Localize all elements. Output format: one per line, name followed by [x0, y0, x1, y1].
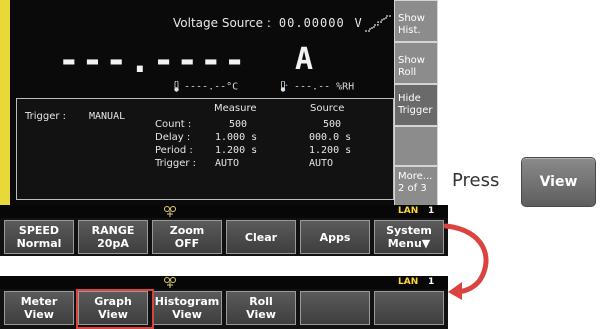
hide-trigger-key[interactable]: Hide Trigger — [394, 84, 438, 126]
source-header: Source — [310, 103, 345, 114]
humidity-value: ---.-- %RH — [294, 81, 355, 93]
row-source-value: 1.200 s — [309, 145, 352, 156]
trigger-mode-label: Trigger : — [25, 111, 67, 122]
lan-indicator: LAN — [398, 206, 419, 216]
blank-softkey[interactable] — [374, 291, 444, 325]
row-measure-value: 1.200 s — [215, 145, 258, 156]
show-roll-key[interactable]: Show Roll — [394, 42, 438, 84]
row-source-value: 000.0 s — [309, 132, 352, 143]
roll-view-softkey[interactable]: Roll View — [226, 291, 296, 325]
histogram-view-softkey[interactable]: Histogram View — [152, 291, 222, 325]
speed-softkey[interactable]: SPEED Normal — [4, 220, 74, 254]
row-label: Count : — [155, 119, 192, 130]
row-source-value: 500 — [323, 119, 342, 130]
staircase-sweep-icon — [365, 15, 392, 32]
lan-number: 1 — [428, 277, 435, 287]
blank-softkey[interactable] — [300, 291, 370, 325]
system-menu-softkey[interactable]: System Menu▼ — [374, 220, 444, 254]
status-bar: LAN 1 — [0, 205, 448, 218]
view-softkey-row: Meter View Graph View Histogram View Roll Vi… — [0, 289, 448, 329]
row-label: Delay : — [155, 132, 191, 143]
row-source-value: AUTO — [309, 158, 334, 169]
measurement-value: ---.---- — [58, 40, 248, 81]
meter-view-softkey[interactable]: Meter View — [4, 291, 74, 325]
row-label: Period : — [155, 145, 193, 156]
voltage-source-value: 00.00000 — [278, 16, 345, 30]
row-measure-value: AUTO — [215, 158, 240, 169]
show-hist-key[interactable]: Show Hist. — [394, 0, 438, 42]
more-key[interactable]: More... 2 of 3 — [394, 166, 438, 206]
measurement-unit: A — [295, 42, 314, 77]
usb-icon — [164, 277, 176, 288]
voltage-source-readout: Voltage Source : 00.00000 V — [173, 16, 363, 30]
row-label: Trigger : — [155, 158, 197, 169]
status-bar-bottom: LAN 1 — [0, 276, 448, 289]
usb-icon — [164, 206, 176, 217]
humidity-readout: ---.-- %RH — [278, 81, 354, 93]
temperature-value: ----.--°C — [184, 81, 239, 93]
softkey-row: SPEED Normal RANGE 20pA Zoom OFF Clear Apps… — [0, 218, 448, 256]
curved-arrow-icon — [443, 223, 489, 300]
voltage-source-label: Voltage Source : — [173, 16, 271, 30]
temperature-readout: ----.--°C — [173, 81, 238, 93]
trigger-mode-value: MANUAL — [89, 111, 126, 122]
apps-softkey[interactable]: Apps — [300, 220, 370, 254]
measure-header: Measure — [214, 103, 257, 114]
row-measure-value: 1.000 s — [215, 132, 258, 143]
zoom-softkey[interactable]: Zoom OFF — [152, 220, 222, 254]
row-measure-value: 500 — [229, 119, 248, 130]
blank-side-key[interactable] — [394, 126, 438, 166]
view-button[interactable]: View — [521, 157, 596, 207]
thermometer-icon — [174, 81, 179, 92]
press-instruction: Press — [452, 170, 500, 191]
lan-number: 1 — [428, 206, 435, 216]
instrument-screen: Voltage Source : 00.00000 V ---.---- A --… — [10, 0, 394, 205]
clear-softkey[interactable]: Clear — [226, 220, 296, 254]
humidity-icon — [280, 81, 288, 92]
lan-indicator: LAN — [398, 277, 419, 287]
trigger-settings-panel: Trigger : MANUAL Measure Source Count : … — [16, 98, 394, 200]
range-softkey[interactable]: RANGE 20pA — [78, 220, 148, 254]
graph-view-highlight — [76, 289, 154, 329]
voltage-source-unit: V — [354, 16, 363, 30]
